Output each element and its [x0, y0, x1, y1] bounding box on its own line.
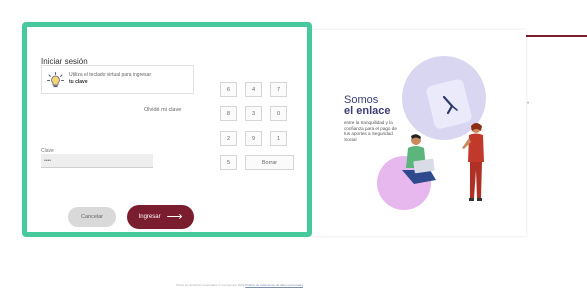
keypad-erase-button[interactable]: Borrar: [245, 155, 294, 170]
login-button-label: Ingresar: [138, 214, 161, 220]
brand-logo-icon: [442, 95, 458, 115]
footer-text: Todos los derechos reservados © Compensa…: [176, 283, 245, 287]
keypad-key[interactable]: 7: [270, 82, 287, 97]
keypad-key[interactable]: 6: [220, 82, 237, 97]
promo-title-line2: el enlace: [344, 105, 391, 117]
promo-title: Somos el enlace: [344, 95, 390, 117]
login-card: Iniciar sesión Utiliza el teclado virtua…: [22, 22, 312, 237]
keypad-key[interactable]: 9: [245, 131, 262, 146]
keypad-key[interactable]: 0: [270, 106, 287, 121]
hint-text-bold: tu clave: [69, 79, 88, 85]
person-standing-illustration: [462, 123, 484, 201]
person-seated-illustration: [402, 134, 436, 184]
header-accent-line: [526, 35, 587, 37]
lightbulb-icon: [47, 72, 64, 88]
keypad-key[interactable]: 1: [270, 131, 287, 146]
forgot-password-link[interactable]: Olvidé mi clave: [144, 107, 181, 113]
password-field[interactable]: [41, 154, 153, 168]
arrow-right-icon: ⟶: [166, 210, 183, 223]
keypad-key[interactable]: 3: [245, 106, 262, 121]
keypad-key[interactable]: 8: [220, 106, 237, 121]
footer-link[interactable]: Política de tratamiento de datos persona…: [245, 283, 303, 287]
side-marker: •: [527, 101, 530, 107]
keypad-key[interactable]: 5: [220, 155, 237, 170]
keyboard-hint: Utiliza el teclado virtual para ingresar…: [41, 65, 194, 94]
hint-text: Utiliza el teclado virtual para ingresar…: [69, 72, 191, 86]
keypad-key[interactable]: 4: [245, 82, 262, 97]
cancel-button[interactable]: Cancelar: [68, 207, 116, 227]
hint-text-main: Utiliza el teclado virtual para ingresar: [69, 72, 151, 78]
keypad-key[interactable]: 2: [220, 131, 237, 146]
login-button[interactable]: Ingresar ⟶: [127, 205, 194, 229]
promo-panel: Somos el enlace entre la tranquilidad y …: [312, 30, 526, 236]
footer: Todos los derechos reservados © Compensa…: [176, 283, 303, 287]
